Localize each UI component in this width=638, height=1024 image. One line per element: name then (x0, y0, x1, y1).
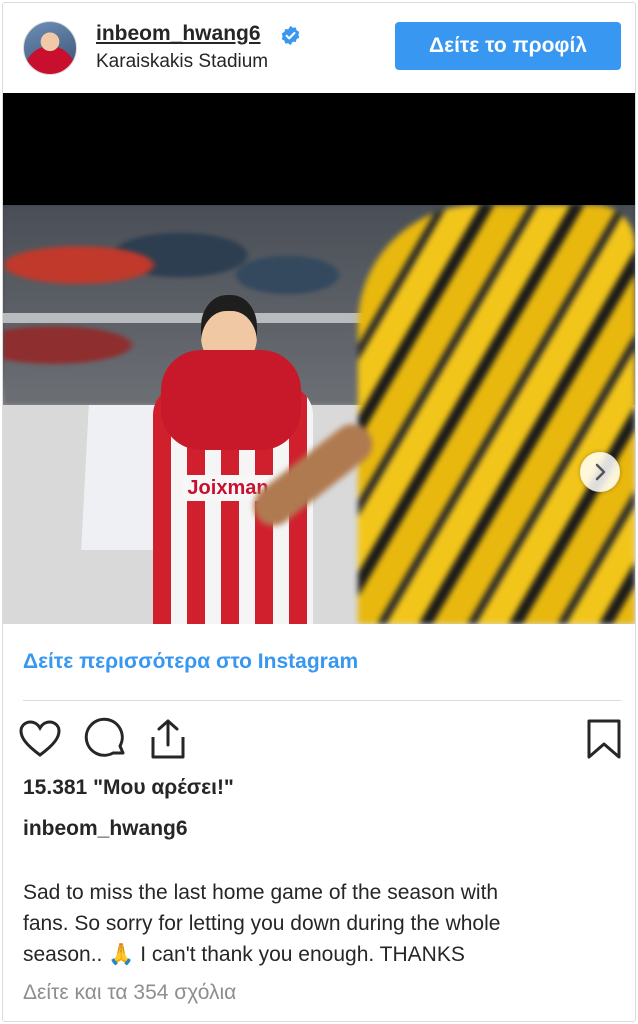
location-link[interactable]: Karaiskakis Stadium (96, 51, 268, 73)
bookmark-icon (587, 719, 621, 759)
player-figure: Joixman (143, 295, 323, 624)
caption-author[interactable]: inbeom_hwang6 (23, 817, 188, 841)
view-comments-link[interactable]: Δείτε και τα 354 σχόλια (23, 981, 236, 1005)
caption-line: season.. 🙏 I can't thank you enough. THA… (23, 943, 465, 966)
view-profile-button[interactable]: Δείτε το προφίλ (395, 22, 621, 70)
post-caption: Sad to miss the last home game of the se… (23, 877, 613, 970)
divider (23, 700, 621, 701)
action-bar (17, 716, 621, 762)
share-button[interactable] (145, 716, 191, 762)
caption-line: fans. So sorry for letting you down duri… (23, 912, 501, 935)
see-more-instagram-link[interactable]: Δείτε περισσότερα στο Instagram (23, 650, 358, 674)
chevron-right-icon (595, 463, 606, 481)
post-photo[interactable]: Joixman (3, 205, 635, 624)
likes-count[interactable]: 15.381 "Μου αρέσει!" (23, 776, 234, 800)
post-header: inbeom_hwang6 Karaiskakis Stadium Δείτε … (3, 3, 635, 93)
instagram-embed-card: inbeom_hwang6 Karaiskakis Stadium Δείτε … (2, 2, 636, 1022)
carousel-next-button[interactable] (580, 452, 620, 492)
player-arms (161, 350, 301, 450)
opponent-player (358, 205, 635, 624)
verified-badge-icon (280, 25, 301, 46)
caption-line: Sad to miss the last home game of the se… (23, 881, 499, 904)
heart-icon (19, 720, 61, 757)
like-button[interactable] (17, 716, 63, 762)
avatar[interactable] (23, 21, 77, 75)
comment-button[interactable] (83, 716, 129, 762)
comment-icon (84, 717, 125, 757)
username-link[interactable]: inbeom_hwang6 (96, 22, 261, 46)
share-icon (151, 719, 185, 759)
save-button[interactable] (581, 716, 627, 762)
post-media[interactable]: Joixman (3, 93, 635, 624)
